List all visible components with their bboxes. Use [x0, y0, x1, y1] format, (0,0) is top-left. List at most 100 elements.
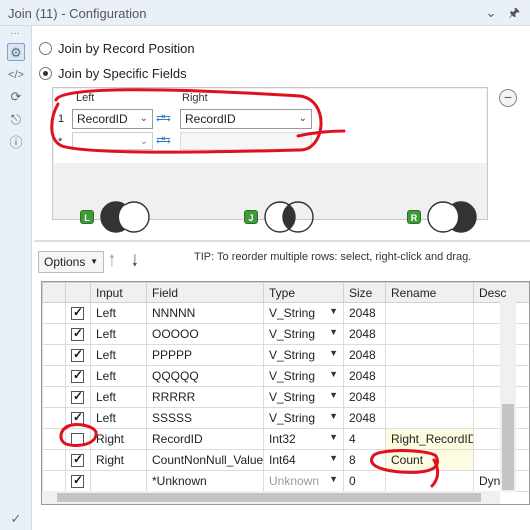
type-cell[interactable]: V_String ▼: [263, 407, 344, 429]
table-row[interactable]: LeftPPPPPV_String▼2048: [42, 344, 529, 366]
select-checkbox[interactable]: [71, 473, 84, 489]
type-cell[interactable]: V_String ▼: [263, 302, 344, 324]
type-cell[interactable]: V_String ▼: [263, 344, 344, 366]
right-field-select[interactable]: RecordID ⌄: [180, 109, 312, 129]
help-icon[interactable]: ⓘ: [7, 134, 25, 152]
horizontal-scroll-thumb[interactable]: [57, 493, 481, 502]
chevron-down-icon[interactable]: ⌄: [483, 5, 499, 21]
refresh-icon[interactable]: ⟳: [7, 88, 25, 106]
type-cell[interactable]: Int64 ▼: [263, 449, 344, 471]
more-dots-icon[interactable]: ···: [10, 28, 20, 39]
field-cell[interactable]: QQQQQ: [146, 365, 264, 387]
select-cell[interactable]: [65, 323, 91, 345]
table-row[interactable]: LeftSSSSSV_String▼2048: [42, 407, 529, 429]
rename-cell[interactable]: [385, 302, 474, 324]
select-checkbox[interactable]: [71, 305, 84, 321]
select-cell[interactable]: [65, 365, 91, 387]
select-checkbox[interactable]: [71, 326, 84, 342]
table-row[interactable]: LeftRRRRRV_String▼2048: [42, 386, 529, 408]
rename-cell[interactable]: Count: [385, 449, 474, 471]
left-field-select[interactable]: RecordID ⌄: [72, 109, 153, 129]
row-header-cell[interactable]: [42, 302, 66, 324]
field-cell[interactable]: RRRRR: [146, 386, 264, 408]
size-cell[interactable]: 2048: [343, 302, 386, 324]
select-checkbox[interactable]: [71, 368, 84, 384]
select-checkbox[interactable]: [71, 347, 84, 363]
table-row[interactable]: LeftOOOOOV_String▼2048: [42, 323, 529, 345]
table-row[interactable]: LeftQQQQQV_String▼2048: [42, 365, 529, 387]
field-cell[interactable]: OOOOO: [146, 323, 264, 345]
type-cell[interactable]: V_String ▼: [263, 386, 344, 408]
size-cell[interactable]: 2048: [343, 386, 386, 408]
new-left-field-select[interactable]: ⌄: [72, 132, 153, 150]
row-header-cell[interactable]: [42, 386, 66, 408]
table-row[interactable]: RightCountNonNull_ValueInt64▼8Count: [42, 449, 529, 471]
gear-icon[interactable]: ⚙: [7, 43, 25, 61]
type-cell[interactable]: V_String ▼: [263, 365, 344, 387]
table-row[interactable]: Right RecordID Int32 ▼ 4 Right_RecordID: [42, 428, 529, 450]
row-header-cell[interactable]: [42, 470, 66, 492]
code-icon[interactable]: </>: [7, 66, 25, 84]
select-checkbox[interactable]: [71, 433, 84, 447]
row-header-cell[interactable]: [42, 344, 66, 366]
caret-down-icon: ▼: [329, 390, 338, 400]
options-dropdown[interactable]: Options ▼: [38, 251, 104, 273]
size-cell[interactable]: 2048: [343, 344, 386, 366]
field-cell[interactable]: NNNNN: [146, 302, 264, 324]
field-cell[interactable]: PPPPP: [146, 344, 264, 366]
move-up-icon[interactable]: 🠑: [109, 250, 115, 277]
field-cell[interactable]: SSSSS: [146, 407, 264, 429]
size-column-header[interactable]: Size: [343, 282, 386, 303]
row-header-cell[interactable]: [42, 365, 66, 387]
input-column-header[interactable]: Input: [90, 282, 147, 303]
size-cell[interactable]: 8: [343, 449, 386, 471]
select-cell[interactable]: [65, 386, 91, 408]
rename-cell[interactable]: [385, 407, 474, 429]
type-cell[interactable]: V_String ▼: [263, 323, 344, 345]
row-header-cell[interactable]: [42, 449, 66, 471]
field-cell[interactable]: *Unknown: [146, 470, 264, 492]
rename-cell[interactable]: Right_RecordID: [385, 428, 474, 450]
rename-cell[interactable]: [385, 470, 474, 492]
row-header-cell[interactable]: [42, 407, 66, 429]
check-circle-icon[interactable]: ✓: [7, 510, 25, 528]
select-cell[interactable]: [65, 470, 91, 492]
field-cell[interactable]: RecordID: [146, 428, 264, 450]
type-cell[interactable]: Int32 ▼: [263, 428, 344, 450]
type-cell[interactable]: Unknown ▼: [263, 470, 344, 492]
desc-column-header[interactable]: Desc: [473, 282, 529, 303]
new-right-field-select[interactable]: [180, 132, 312, 150]
radio-by-fields[interactable]: [39, 67, 52, 80]
remove-row-icon[interactable]: −: [499, 89, 517, 107]
tag-icon[interactable]: ⎋: [7, 111, 25, 129]
pin-icon[interactable]: 🖈: [506, 5, 522, 21]
type-column-header[interactable]: Type: [263, 282, 344, 303]
rename-cell[interactable]: [385, 344, 474, 366]
size-cell[interactable]: 2048: [343, 323, 386, 345]
select-checkbox[interactable]: [71, 410, 84, 426]
select-checkbox[interactable]: [71, 389, 84, 405]
size-cell[interactable]: 2048: [343, 407, 386, 429]
rename-cell[interactable]: [385, 386, 474, 408]
rename-cell[interactable]: [385, 323, 474, 345]
vertical-scroll-thumb[interactable]: [502, 404, 514, 490]
row-header-cell[interactable]: [42, 428, 66, 450]
select-cell[interactable]: [65, 302, 91, 324]
radio-by-position[interactable]: [39, 42, 52, 55]
move-down-icon[interactable]: 🠓: [132, 250, 138, 277]
table-row[interactable]: LeftNNNNNV_String▼2048: [42, 302, 529, 324]
select-cell[interactable]: [65, 344, 91, 366]
select-checkbox[interactable]: [71, 452, 84, 468]
select-cell[interactable]: [65, 428, 91, 450]
rename-cell[interactable]: [385, 365, 474, 387]
table-row[interactable]: *UnknownUnknown▼0Dyna: [42, 470, 529, 492]
field-cell[interactable]: CountNonNull_Value: [146, 449, 264, 471]
select-cell[interactable]: [65, 449, 91, 471]
size-cell[interactable]: 0: [343, 470, 386, 492]
rename-column-header[interactable]: Rename: [385, 282, 474, 303]
select-cell[interactable]: [65, 407, 91, 429]
size-cell[interactable]: 4: [343, 428, 386, 450]
field-column-header[interactable]: Field: [146, 282, 264, 303]
size-cell[interactable]: 2048: [343, 365, 386, 387]
row-header-cell[interactable]: [42, 323, 66, 345]
